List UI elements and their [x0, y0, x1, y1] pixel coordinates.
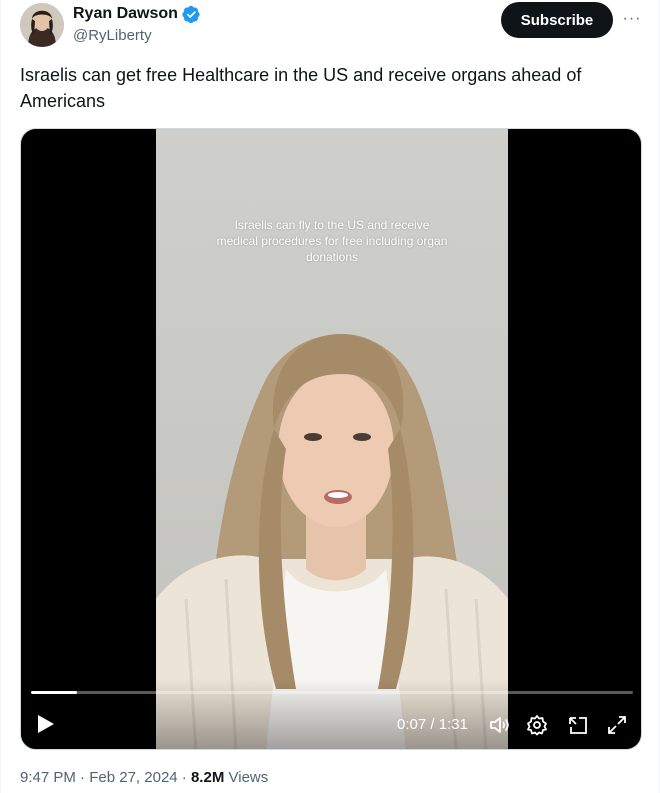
verified-badge-icon[interactable]: [182, 5, 201, 24]
author-name-row: Ryan Dawson: [73, 4, 201, 24]
views-count: 8.2M: [190, 769, 225, 786]
display-name[interactable]: Ryan Dawson: [73, 4, 178, 24]
views-label: Views: [228, 769, 269, 786]
video-frame: Israelis can fly to the US and receive m…: [156, 129, 508, 749]
volume-icon[interactable]: [487, 713, 511, 737]
more-icon[interactable]: ···: [621, 8, 643, 30]
tweet-meta: 9:47 PM · Feb 27, 2024 · 8.2M Views: [20, 768, 268, 788]
settings-icon[interactable]: [525, 713, 549, 737]
video-player[interactable]: Israelis can fly to the US and receive m…: [20, 128, 642, 750]
time-display: 0:07 / 1:31: [397, 716, 468, 733]
video-caption: Israelis can fly to the US and receive m…: [216, 218, 448, 264]
author-handle[interactable]: @RyLiberty: [73, 26, 152, 46]
meta-separator: ·: [181, 769, 187, 786]
subscribe-button[interactable]: Subscribe: [501, 2, 613, 38]
progress-fill: [31, 691, 78, 694]
tweet-time[interactable]: 9:47 PM: [20, 769, 76, 786]
meta-separator: ·: [80, 769, 86, 786]
tweet-date[interactable]: Feb 27, 2024: [89, 769, 177, 786]
fullscreen-icon[interactable]: [605, 713, 629, 737]
play-icon[interactable]: [35, 713, 57, 735]
tweet-card: Ryan Dawson @RyLiberty Subscribe ··· Isr…: [0, 0, 660, 793]
avatar[interactable]: [20, 3, 64, 47]
tweet-text: Israelis can get free Healthcare in the …: [20, 65, 582, 111]
progress-bar[interactable]: [31, 691, 633, 694]
pip-icon[interactable]: [566, 713, 590, 737]
